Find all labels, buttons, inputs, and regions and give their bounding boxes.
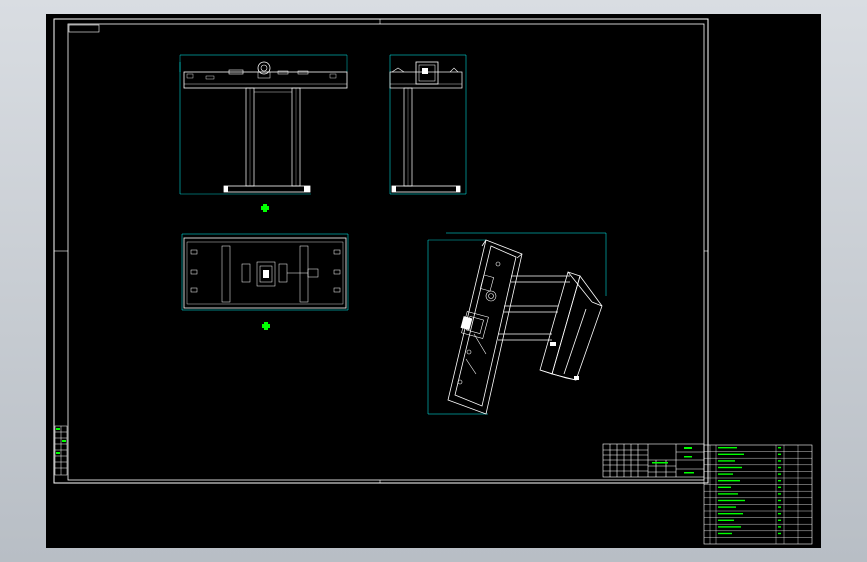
bom-row-qty <box>778 526 781 528</box>
bom-row-qty <box>778 486 781 488</box>
bom-table <box>703 444 813 545</box>
revision-table <box>54 425 68 476</box>
bom-row-text <box>718 493 738 495</box>
bom-row-text <box>718 473 733 475</box>
title-tag <box>68 24 100 33</box>
bom-row-qty <box>778 466 781 469</box>
bom-row-qty <box>778 453 781 455</box>
bom-row-qty <box>778 506 781 508</box>
side-view <box>389 54 467 195</box>
front-view-marker <box>261 204 269 212</box>
top-view-marker <box>262 322 270 330</box>
bom-row-qty <box>778 460 781 462</box>
bom-row-text <box>718 519 734 521</box>
bom-row-qty <box>778 447 781 449</box>
bom-row-qty <box>778 499 781 502</box>
bom-row-text <box>718 480 740 482</box>
bom-row-qty <box>778 473 781 475</box>
bom-row-text <box>718 513 743 515</box>
bom-row-text <box>718 499 745 502</box>
iso-view <box>427 232 607 415</box>
bom-row-text <box>718 453 744 455</box>
bom-row-text <box>718 486 731 488</box>
cad-drawing <box>53 18 813 545</box>
sheet-border-outer <box>53 18 709 484</box>
bom-row-text <box>718 506 736 508</box>
top-view <box>181 233 349 330</box>
bom-row-qty <box>778 519 781 521</box>
bom-row-qty <box>778 513 781 515</box>
sheet-border-inner <box>67 23 705 481</box>
bom-row-qty <box>778 493 781 495</box>
bom-row-text <box>718 460 735 462</box>
bom-row-qty <box>778 532 781 535</box>
bom-row-text <box>718 466 742 469</box>
cad-viewport[interactable] <box>46 14 821 548</box>
bom-row-text <box>718 447 737 449</box>
bom-row-text <box>718 532 732 535</box>
front-view <box>179 54 348 212</box>
bom-row-qty <box>778 480 781 482</box>
bom-row-text <box>718 526 741 528</box>
